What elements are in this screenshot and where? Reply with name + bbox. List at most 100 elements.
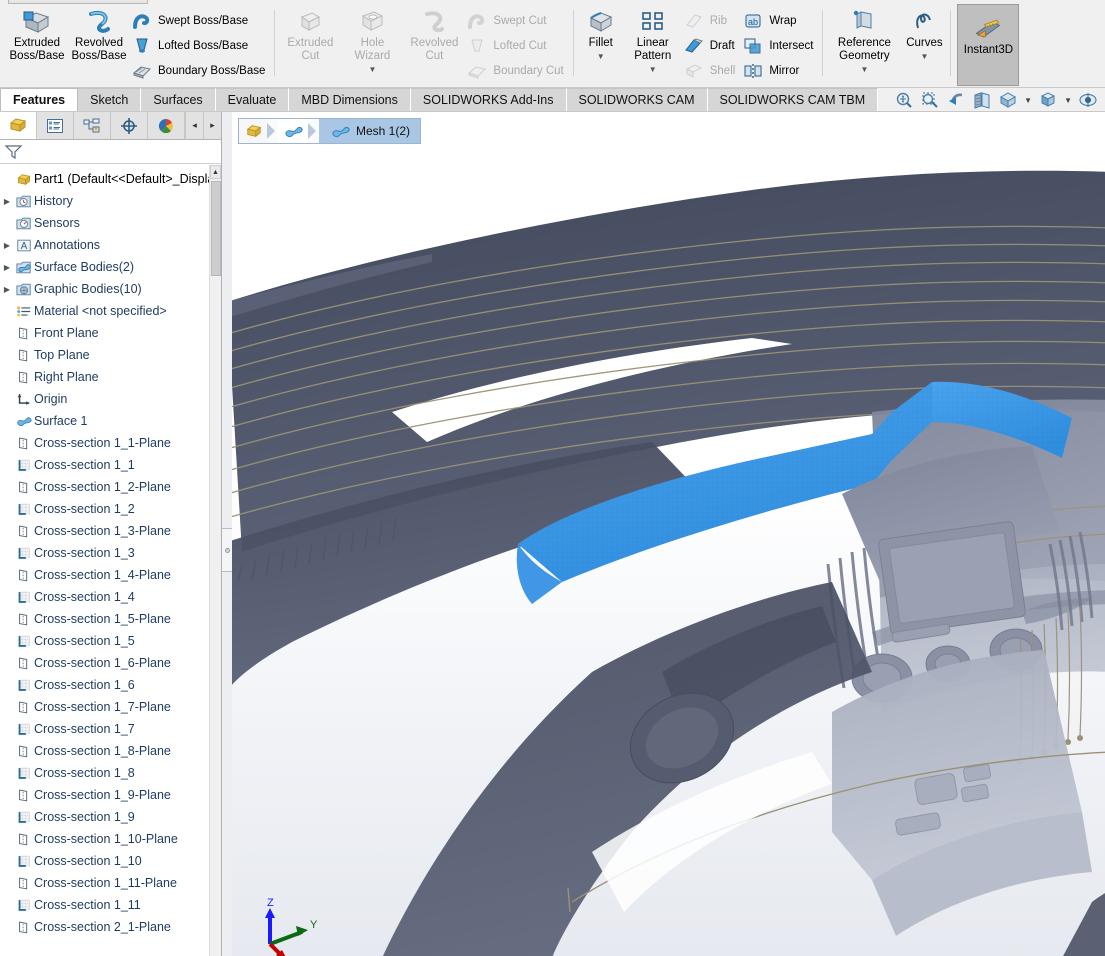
expand-arrow-icon[interactable]: ▶ <box>0 197 14 206</box>
revolved-cut-button[interactable]: Revolved Cut <box>403 4 465 62</box>
feature-tree-item[interactable]: Cross-section 1_2 <box>0 498 209 520</box>
tab-sketch[interactable]: Sketch <box>78 88 142 111</box>
zoom-to-fit-icon[interactable] <box>893 89 915 111</box>
wrap-button[interactable]: ab Wrap <box>741 8 819 33</box>
rib-button[interactable]: Rib <box>682 8 742 33</box>
feature-tree-item[interactable]: Material <not specified> <box>0 300 209 322</box>
display-style-icon[interactable] <box>1037 89 1059 111</box>
tab-solidworks-cam-tbm[interactable]: SOLIDWORKS CAM TBM <box>707 88 879 111</box>
graphics-viewport[interactable]: Z Y X <box>232 112 1105 956</box>
tab-surfaces[interactable]: Surfaces <box>141 88 216 111</box>
linear-pattern-button[interactable]: Linear Pattern ▼ <box>624 4 682 76</box>
feature-tree-item[interactable]: Cross-section 2_1-Plane <box>0 916 209 938</box>
instant3d-toggle[interactable]: Instant3D <box>957 4 1020 86</box>
tab-evaluate[interactable]: Evaluate <box>215 88 290 111</box>
breadcrumb-part[interactable] <box>239 119 267 143</box>
feature-tree-item[interactable]: Cross-section 1_4-Plane <box>0 564 209 586</box>
feature-tree-item[interactable]: Part1 (Default<<Default>_Display <box>0 168 209 190</box>
boundary-cut-button[interactable]: Boundary Cut <box>465 58 569 83</box>
feature-tree-item[interactable]: Cross-section 1_7 <box>0 718 209 740</box>
feature-tree-item[interactable]: Cross-section 1_2-Plane <box>0 476 209 498</box>
reference-geometry-button[interactable]: Reference Geometry ▼ <box>827 4 901 76</box>
tab-solidworks-add-ins[interactable]: SOLIDWORKS Add-Ins <box>410 88 567 111</box>
expand-arrow-icon[interactable]: ▶ <box>0 285 14 294</box>
previous-view-icon[interactable] <box>945 89 967 111</box>
manager-tab-scroll-right[interactable]: ▸ <box>203 112 221 139</box>
feature-tree-item[interactable]: Sensors <box>0 212 209 234</box>
manager-tab-scroll-left[interactable]: ◂ <box>185 112 203 139</box>
linear-pattern-dropdown-caret[interactable]: ▼ <box>624 64 682 76</box>
feature-tree-item[interactable]: Cross-section 1_1 <box>0 454 209 476</box>
feature-tree-item[interactable]: Cross-section 1_8 <box>0 762 209 784</box>
expand-arrow-icon[interactable]: ▶ <box>0 263 14 272</box>
feature-tree-item[interactable]: ▶ History <box>0 190 209 212</box>
lofted-boss-base-button[interactable]: Lofted Boss/Base <box>130 33 271 58</box>
feature-tree-item[interactable]: Right Plane <box>0 366 209 388</box>
extruded-cut-button[interactable]: Extruded Cut <box>279 4 341 62</box>
breadcrumb[interactable]: Mesh 1(2) <box>238 118 422 144</box>
reference-geometry-dropdown-caret[interactable]: ▼ <box>827 64 901 76</box>
feature-tree-item[interactable]: Cross-section 1_4 <box>0 586 209 608</box>
swept-boss-base-button[interactable]: Swept Boss/Base <box>130 8 271 33</box>
feature-manager-tab[interactable] <box>0 112 37 139</box>
expand-arrow-icon[interactable]: ▶ <box>0 241 14 250</box>
display-style-caret-icon[interactable]: ▼ <box>1064 96 1072 105</box>
feature-tree-item[interactable]: Cross-section 1_6 <box>0 674 209 696</box>
boundary-boss-base-button[interactable]: Boundary Boss/Base <box>130 58 271 83</box>
revolved-boss-base-button[interactable]: Revolved Boss/Base <box>68 4 130 62</box>
feature-tree-item[interactable]: Top Plane <box>0 344 209 366</box>
feature-tree-item[interactable]: Cross-section 1_11 <box>0 894 209 916</box>
feature-tree-item[interactable]: Cross-section 1_7-Plane <box>0 696 209 718</box>
breadcrumb-surface-body[interactable] <box>278 119 308 143</box>
curves-button[interactable]: Curves ▼ <box>901 4 947 63</box>
feature-tree-item[interactable]: Front Plane <box>0 322 209 344</box>
feature-tree-item[interactable]: Cross-section 1_6-Plane <box>0 652 209 674</box>
feature-tree-item[interactable]: Cross-section 1_11-Plane <box>0 872 209 894</box>
feature-tree-item[interactable]: Surface 1 <box>0 410 209 432</box>
dimxpert-manager-tab[interactable] <box>111 112 148 139</box>
fillet-dropdown-caret[interactable]: ▼ <box>578 51 624 63</box>
fillet-button[interactable]: Fillet ▼ <box>578 4 624 63</box>
hole-wizard-dropdown-caret[interactable]: ▼ <box>341 64 403 76</box>
property-manager-tab[interactable] <box>37 112 74 139</box>
feature-tree[interactable]: Part1 (Default<<Default>_Display ▶ Histor… <box>0 165 209 956</box>
tab-mbd-dimensions[interactable]: MBD Dimensions <box>289 88 411 111</box>
feature-tree-scrollbar[interactable]: ▲ <box>209 165 221 956</box>
feature-tree-item[interactable]: Cross-section 1_10 <box>0 850 209 872</box>
configuration-manager-tab[interactable] <box>74 112 111 139</box>
shell-button[interactable]: Shell <box>682 58 742 83</box>
feature-tree-item[interactable]: ▶ Graphic Bodies(10) <box>0 278 209 300</box>
view-orientation-caret-icon[interactable]: ▼ <box>1024 96 1032 105</box>
extruded-boss-base-button[interactable]: Extruded Boss/Base <box>6 4 68 62</box>
hide-show-items-icon[interactable] <box>1077 89 1099 111</box>
feature-tree-scroll-up[interactable]: ▲ <box>210 165 221 179</box>
model-render[interactable]: Z Y X <box>232 112 1105 956</box>
breadcrumb-mesh[interactable]: Mesh 1(2) <box>319 119 421 143</box>
intersect-button[interactable]: Intersect <box>741 33 819 58</box>
feature-tree-item[interactable]: Cross-section 1_9 <box>0 806 209 828</box>
view-orientation-icon[interactable] <box>997 89 1019 111</box>
feature-tree-item[interactable]: Cross-section 1_8-Plane <box>0 740 209 762</box>
section-view-icon[interactable] <box>971 89 993 111</box>
display-manager-tab[interactable] <box>148 112 185 139</box>
curves-dropdown-caret[interactable]: ▼ <box>901 51 947 63</box>
feature-tree-item[interactable]: Cross-section 1_10-Plane <box>0 828 209 850</box>
feature-tree-filter[interactable] <box>0 140 221 164</box>
feature-tree-item[interactable]: Cross-section 1_3-Plane <box>0 520 209 542</box>
feature-tree-item[interactable]: Cross-section 1_5 <box>0 630 209 652</box>
lofted-cut-button[interactable]: Lofted Cut <box>465 33 569 58</box>
hole-wizard-button[interactable]: Hole Wizard ▼ <box>341 4 403 76</box>
feature-tree-item[interactable]: Origin <box>0 388 209 410</box>
feature-tree-item[interactable]: Cross-section 1_5-Plane <box>0 608 209 630</box>
draft-button[interactable]: Draft <box>682 33 742 58</box>
feature-tree-item[interactable]: ▶ A Annotations <box>0 234 209 256</box>
feature-tree-item[interactable]: Cross-section 1_1-Plane <box>0 432 209 454</box>
feature-tree-item[interactable]: Cross-section 1_3 <box>0 542 209 564</box>
feature-tree-item[interactable]: Cross-section 1_9-Plane <box>0 784 209 806</box>
tab-solidworks-cam[interactable]: SOLIDWORKS CAM <box>566 88 708 111</box>
zoom-to-area-icon[interactable] <box>919 89 941 111</box>
tab-features[interactable]: Features <box>0 88 79 111</box>
swept-cut-button[interactable]: Swept Cut <box>465 8 569 33</box>
mirror-button[interactable]: Mirror <box>741 58 819 83</box>
feature-tree-item[interactable]: ▶ Surface Bodies(2) <box>0 256 209 278</box>
